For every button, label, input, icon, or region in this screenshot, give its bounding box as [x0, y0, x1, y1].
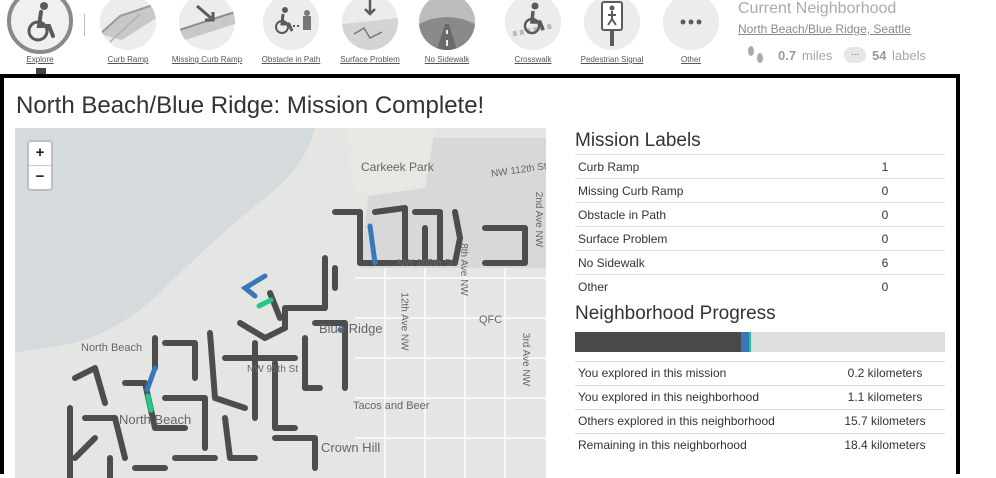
table-row: You explored in this neighborhood 1.1 kil… — [575, 384, 945, 409]
tool-label-missing-curb-ramp: Missing Curb Ramp — [171, 55, 243, 64]
row-value: 18.4 kilometers — [825, 432, 945, 457]
table-row: Obstacle in Path 0 — [575, 202, 945, 227]
tool-label-other: Other — [680, 55, 701, 64]
labels-unit: labels — [892, 48, 926, 63]
map-label-12th-ave-nw: 12th Ave NW — [398, 292, 410, 351]
curb-ramp-tool[interactable]: Curb Ramp — [88, 0, 168, 68]
map-label-qfc: QFC — [479, 314, 503, 326]
status-panel: Current Neighborhood North Beach/Blue Ri… — [738, 0, 996, 63]
tool-label-obstacle: Obstacle in Path — [261, 55, 321, 64]
label-toolbar: Explore Curb Ramp Missing Curb Ramp Obst… — [0, 0, 996, 76]
mission-complete-modal: North Beach/Blue Ridge: Mission Complete… — [0, 74, 960, 478]
status-stats: 0.7 miles ... 54 labels — [744, 44, 984, 66]
tool-label-curb-ramp: Curb Ramp — [107, 55, 149, 64]
miles-value: 0.7 — [778, 48, 797, 63]
labels-count-icon: ... — [844, 47, 866, 63]
neighborhood-link[interactable]: North Beach/Blue Ridge, Seattle — [738, 22, 996, 36]
table-row: Others explored in this neighborhood 15.7… — [575, 408, 945, 433]
row-label: Obstacle in Path — [575, 202, 825, 227]
footsteps-icon — [748, 46, 763, 63]
obstacle-icon — [263, 0, 319, 50]
labels-value: 54 — [872, 48, 887, 63]
miles-unit: miles — [802, 48, 833, 63]
row-label: Others explored in this neighborhood — [575, 408, 825, 433]
row-value: 15.7 kilometers — [825, 408, 945, 433]
toolbar-divider — [84, 14, 85, 36]
map-label-tacos-and-beer: Tacos and Beer — [353, 400, 430, 412]
row-value: 0 — [825, 226, 945, 251]
wheelchair-icon — [7, 0, 73, 54]
mission-labels-heading: Mission Labels — [575, 130, 701, 151]
map-label-8th-ave-nw: 8th Ave NW — [457, 243, 469, 296]
status-title: Current Neighborhood — [738, 0, 897, 17]
map-label-3rd-ave-nw: 3rd Ave NW — [520, 332, 532, 387]
map-label-blue-ridge: Blue Ridge — [319, 321, 383, 336]
tool-label-crosswalk: Crosswalk — [514, 55, 552, 64]
crosswalk-icon — [505, 0, 561, 50]
table-row: No Sidewalk 6 — [575, 250, 945, 275]
table-row: Remaining in this neighborhood 18.4 kilom… — [575, 432, 945, 457]
tool-label-surface-problem: Surface Problem — [340, 55, 400, 64]
row-value: 0 — [825, 178, 945, 203]
row-value: 1.1 kilometers — [825, 384, 945, 409]
row-value: 1 — [825, 154, 945, 179]
progress-mission-segment — [748, 331, 752, 352]
row-value: 0 — [825, 202, 945, 227]
row-value: 0.2 kilometers — [825, 360, 945, 385]
table-row: You explored in this mission 0.2 kilomete… — [575, 360, 945, 385]
table-row: Other 0 — [575, 274, 945, 299]
missing-curb-ramp-tool[interactable]: Missing Curb Ramp — [167, 0, 247, 68]
zoom-in-button[interactable]: + — [29, 142, 51, 165]
ellipsis-icon — [663, 0, 719, 50]
table-row: Surface Problem 0 — [575, 226, 945, 251]
row-label: Surface Problem — [575, 226, 825, 251]
row-label: You explored in this mission — [575, 360, 825, 385]
surface-problem-icon — [342, 0, 398, 50]
curb-ramp-icon — [100, 0, 156, 50]
row-label: No Sidewalk — [575, 250, 825, 275]
map-label-north-beach: North Beach — [119, 412, 192, 427]
tool-label-pedestrian-signal: Pedestrian Signal — [580, 55, 644, 64]
tool-label-explore: Explore — [26, 55, 54, 64]
row-label: Other — [575, 274, 825, 299]
no-sidewalk-icon — [419, 0, 475, 50]
mission-labels-table: Curb Ramp 1 Missing Curb Ramp 0 Obstacle i… — [575, 154, 945, 299]
map-label-crown-hill: Crown Hill — [321, 440, 381, 455]
map-label-carkeek-park: Carkeek Park — [361, 160, 434, 174]
map-label-north-beach-top: North Beach — [81, 342, 143, 354]
row-label: Remaining in this neighborhood — [575, 432, 825, 457]
map-canvas — [15, 128, 546, 478]
zoom-out-button[interactable]: − — [29, 165, 51, 188]
crosswalk-tool[interactable]: Crosswalk — [493, 0, 573, 68]
neighborhood-progress-heading: Neighborhood Progress — [575, 302, 776, 324]
row-label: Missing Curb Ramp — [575, 178, 825, 203]
neighborhood-map[interactable]: Carkeek Park NW 112th St 2nd Ave NW NW 1… — [15, 128, 546, 478]
mission-summary-panel: Mission Labels Curb Ramp 1 Missing Curb R… — [575, 128, 945, 457]
pedestrian-signal-tool[interactable]: Pedestrian Signal — [572, 0, 652, 68]
neighborhood-progress-bar — [575, 331, 945, 352]
table-row: Curb Ramp 1 — [575, 154, 945, 179]
row-label: Curb Ramp — [575, 154, 825, 179]
obstacle-in-path-tool[interactable]: Obstacle in Path — [251, 0, 331, 68]
pedestrian-signal-icon — [584, 0, 640, 50]
other-tool[interactable]: Other — [651, 0, 731, 68]
surface-problem-tool[interactable]: Surface Problem — [330, 0, 410, 68]
modal-title: North Beach/Blue Ridge: Mission Complete… — [16, 92, 485, 119]
map-zoom-control: + − — [27, 140, 53, 191]
map-label-2nd-ave-nw: 2nd Ave NW — [533, 191, 545, 248]
progress-you-segment — [740, 331, 749, 352]
missing-curb-ramp-icon — [179, 0, 235, 50]
progress-others-segment — [575, 331, 741, 352]
map-label-nw-95th-st: NW 95th St — [247, 364, 299, 375]
table-row: Missing Curb Ramp 0 — [575, 178, 945, 203]
tool-label-no-sidewalk: No Sidewalk — [424, 55, 470, 64]
no-sidewalk-tool[interactable]: No Sidewalk — [407, 0, 487, 68]
row-label: You explored in this neighborhood — [575, 384, 825, 409]
row-value: 6 — [825, 250, 945, 275]
row-value: 0 — [825, 274, 945, 299]
map-label-nw-105th-st: NW 105th St — [397, 258, 454, 269]
neighborhood-progress-table: You explored in this mission 0.2 kilomete… — [575, 360, 945, 457]
explore-tool[interactable]: Explore — [0, 0, 80, 76]
